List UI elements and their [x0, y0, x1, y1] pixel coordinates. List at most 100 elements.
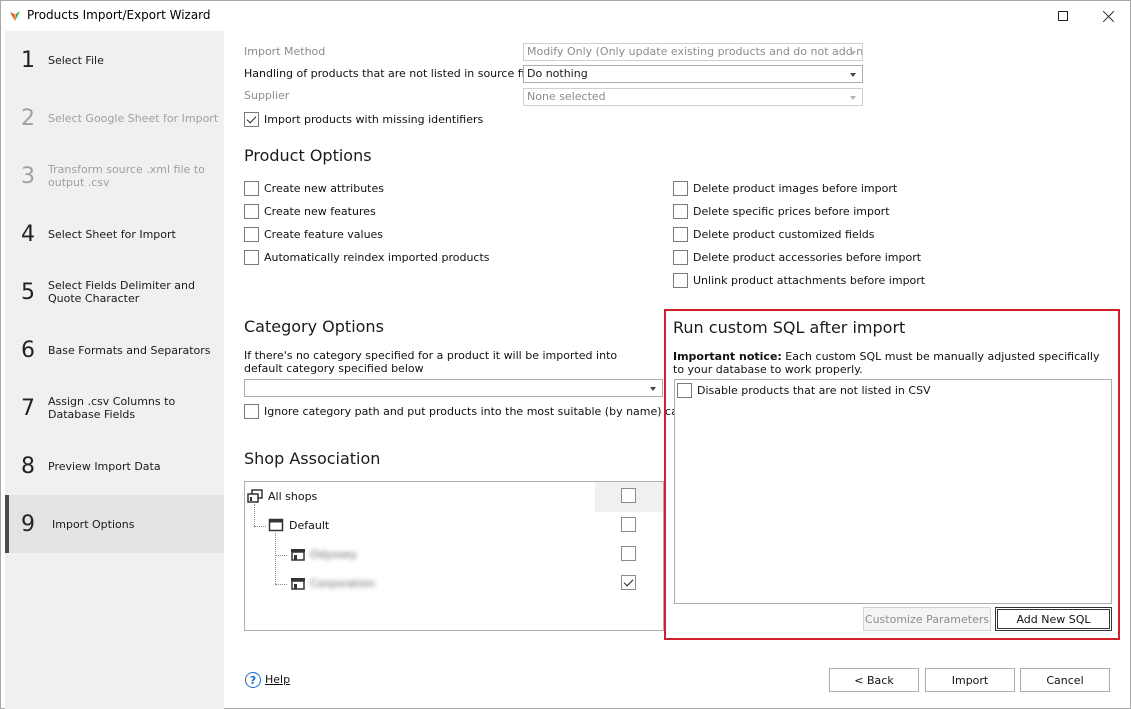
shop-row-default-group[interactable]: Default	[245, 511, 663, 540]
custom-sql-notice: Important notice: Each custom SQL must b…	[673, 350, 1113, 376]
import-method-select: Modify Only (Only update existing produc…	[523, 43, 863, 61]
delete-accessories-option[interactable]: Delete product accessories before import	[673, 249, 921, 265]
option-label: Create feature values	[264, 227, 384, 241]
delete-prices-checkbox[interactable]	[673, 203, 688, 219]
shop-row[interactable]: Odyssey	[245, 540, 663, 569]
handling-select[interactable]: Do nothing	[523, 65, 863, 83]
step-preview-import[interactable]: 8 Preview Import Data	[5, 437, 224, 495]
delete-images-checkbox[interactable]	[673, 180, 688, 196]
shop-association-title: Shop Association	[244, 449, 381, 468]
step-number: 8	[21, 453, 35, 479]
step-select-file[interactable]: 1 Select File	[5, 31, 224, 89]
sql-item-disable-products[interactable]: Disable products that are not listed in …	[677, 382, 931, 398]
add-new-sql-button[interactable]: Add New SQL	[995, 607, 1112, 631]
back-button[interactable]: < Back	[829, 668, 919, 692]
custom-sql-title: Run custom SQL after import	[673, 318, 906, 337]
custom-sql-panel: Run custom SQL after import Important no…	[664, 309, 1120, 640]
custom-sql-list[interactable]: Disable products that are not listed in …	[674, 379, 1112, 604]
step-select-google-sheet: 2 Select Google Sheet for Import	[5, 89, 224, 147]
step-assign-columns[interactable]: 7 Assign .csv Columns to Database Fields	[5, 379, 224, 437]
delete-customized-fields-checkbox[interactable]	[673, 226, 688, 242]
create-features-checkbox[interactable]	[244, 203, 259, 219]
option-label: Delete product images before import	[693, 181, 898, 195]
help-link[interactable]: Help	[265, 673, 290, 686]
chevron-down-icon	[850, 96, 856, 100]
shop-label: Default	[289, 519, 330, 532]
shop-label: Odyssey	[310, 548, 357, 561]
create-attributes-checkbox[interactable]	[244, 180, 259, 196]
all-shops-checkbox[interactable]	[621, 488, 636, 503]
step-select-delimiter[interactable]: 5 Select Fields Delimiter and Quote Char…	[5, 263, 224, 321]
app-logo-icon	[10, 11, 20, 21]
step-label: Import Options	[52, 517, 135, 531]
shop-label: Corporation	[310, 577, 375, 590]
supplier-label: Supplier	[244, 89, 290, 102]
title-bar: Products Import/Export Wizard	[1, 1, 1130, 31]
delete-accessories-checkbox[interactable]	[673, 249, 688, 265]
import-method-value: Modify Only (Only update existing produc…	[527, 45, 863, 58]
ignore-category-path-label: Ignore category path and put products in…	[264, 404, 714, 418]
maximize-button[interactable]	[1040, 1, 1086, 31]
cancel-button[interactable]: Cancel	[1020, 668, 1110, 692]
step-transform-xml: 3 Transform source .xml file to output .…	[5, 147, 224, 205]
shop-row[interactable]: Corporation	[245, 569, 663, 598]
wizard-steps-sidebar: 1 Select File 2 Select Google Sheet for …	[5, 31, 224, 709]
customize-parameters-button[interactable]: Customize Parameters	[863, 607, 991, 631]
step-number: 4	[21, 221, 35, 247]
import-button[interactable]: Import	[925, 668, 1015, 692]
shop-checkbox[interactable]	[621, 546, 636, 561]
shop-group-folder-icon	[268, 518, 284, 532]
step-number: 3	[21, 163, 35, 189]
unlink-attachments-option[interactable]: Unlink product attachments before import	[673, 272, 925, 288]
missing-identifiers-option[interactable]: Import products with missing identifiers	[244, 111, 483, 127]
close-icon	[1103, 10, 1115, 22]
step-number: 9	[21, 511, 35, 537]
maximize-icon	[1058, 11, 1068, 21]
shop-row-all-shops[interactable]: All shops	[245, 482, 663, 511]
import-method-label: Import Method	[244, 45, 326, 58]
delete-prices-option[interactable]: Delete specific prices before import	[673, 203, 890, 219]
create-feature-values-option[interactable]: Create feature values	[244, 226, 383, 242]
delete-images-option[interactable]: Delete product images before import	[673, 180, 897, 196]
reindex-products-option[interactable]: Automatically reindex imported products	[244, 249, 490, 265]
step-label: Transform source .xml file to output .cs…	[48, 163, 205, 189]
step-label: Assign .csv Columns to Database Fields	[48, 395, 176, 421]
sql-item-checkbox[interactable]	[677, 382, 692, 398]
handling-value: Do nothing	[527, 67, 588, 80]
create-features-option[interactable]: Create new features	[244, 203, 376, 219]
step-import-options[interactable]: 9 Import Options	[5, 495, 224, 553]
ignore-category-path-checkbox[interactable]	[244, 403, 259, 419]
step-label: Select Google Sheet for Import	[48, 111, 219, 125]
shop-label: All shops	[268, 490, 318, 503]
create-attributes-option[interactable]: Create new attributes	[244, 180, 384, 196]
default-group-checkbox[interactable]	[621, 517, 636, 532]
shop-checkbox[interactable]	[621, 575, 636, 590]
chevron-down-icon	[650, 387, 656, 391]
product-options-title: Product Options	[244, 146, 372, 165]
chevron-down-icon	[850, 51, 856, 55]
handling-label: Handling of products that are not listed…	[244, 67, 535, 80]
unlink-attachments-checkbox[interactable]	[673, 272, 688, 288]
help-icon[interactable]: ?	[245, 672, 261, 688]
option-label: Create new attributes	[264, 181, 384, 195]
delete-customized-fields-option[interactable]: Delete product customized fields	[673, 226, 875, 242]
step-select-sheet[interactable]: 4 Select Sheet for Import	[5, 205, 224, 263]
option-label: Automatically reindex imported products	[264, 250, 490, 264]
wizard-window: Products Import/Export Wizard 1 Select F…	[0, 0, 1131, 709]
ignore-category-path-option[interactable]: Ignore category path and put products in…	[244, 403, 714, 419]
missing-identifiers-checkbox[interactable]	[244, 111, 259, 127]
step-base-formats[interactable]: 6 Base Formats and Separators	[5, 321, 224, 379]
category-options-title: Category Options	[244, 317, 384, 336]
option-label: Delete product customized fields	[693, 227, 875, 241]
default-category-select[interactable]	[244, 379, 663, 397]
option-label: Delete specific prices before import	[693, 204, 890, 218]
step-label: Base Formats and Separators	[48, 343, 211, 357]
create-feature-values-checkbox[interactable]	[244, 226, 259, 242]
category-description: If there's no category specified for a p…	[244, 349, 618, 375]
step-number: 1	[21, 47, 35, 73]
supplier-value: None selected	[527, 90, 606, 103]
step-label: Select File	[48, 53, 104, 67]
reindex-products-checkbox[interactable]	[244, 249, 259, 265]
missing-identifiers-label: Import products with missing identifiers	[264, 112, 484, 126]
close-button[interactable]	[1086, 1, 1131, 31]
